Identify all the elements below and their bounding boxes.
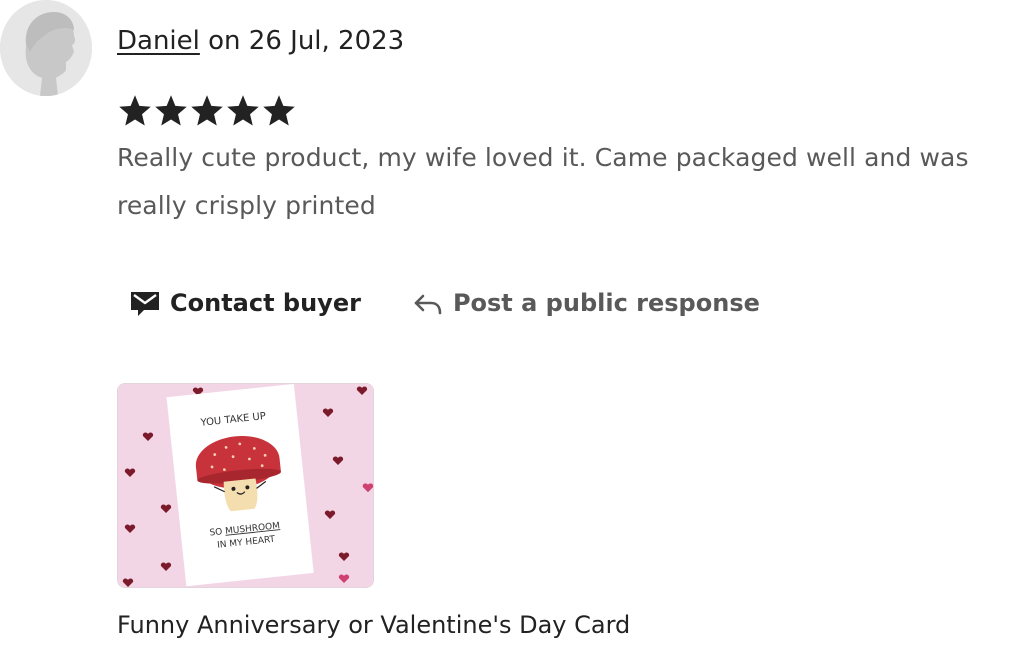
product-thumbnail[interactable]: YOU TAKE UP SO MUSHROOM IN MY HEART (117, 383, 374, 588)
default-avatar-icon (0, 0, 92, 96)
product-title-link[interactable]: Funny Anniversary or Valentine's Day Car… (117, 608, 630, 642)
review-actions: Contact buyer Post a public response (130, 288, 760, 318)
review-header: Daniel on 26 Jul, 2023 (117, 24, 404, 58)
star-icon (119, 95, 151, 126)
star-icon (191, 95, 223, 126)
reviewer-name-link[interactable]: Daniel (117, 26, 200, 56)
contact-buyer-label: Contact buyer (170, 289, 361, 317)
reply-arrow-icon (414, 294, 442, 315)
product-image: YOU TAKE UP SO MUSHROOM IN MY HEART (118, 384, 373, 587)
review-date: 26 Jul, 2023 (248, 26, 405, 56)
contact-buyer-button[interactable]: Contact buyer (130, 288, 361, 318)
star-icon (155, 95, 187, 126)
star-icon (263, 95, 295, 126)
post-public-response-label: Post a public response (452, 289, 760, 317)
envelope-icon (131, 292, 159, 316)
star-rating (117, 92, 297, 130)
reviewer-avatar[interactable] (0, 0, 92, 96)
review-text: Really cute product, my wife loved it. C… (117, 143, 969, 220)
greeting-card: YOU TAKE UP SO MUSHROOM IN MY HEART (166, 384, 314, 587)
card-text-so: SO (209, 527, 223, 538)
star-icon (227, 95, 259, 126)
date-prefix: on (208, 26, 241, 56)
post-public-response-button[interactable]: Post a public response (413, 288, 760, 318)
